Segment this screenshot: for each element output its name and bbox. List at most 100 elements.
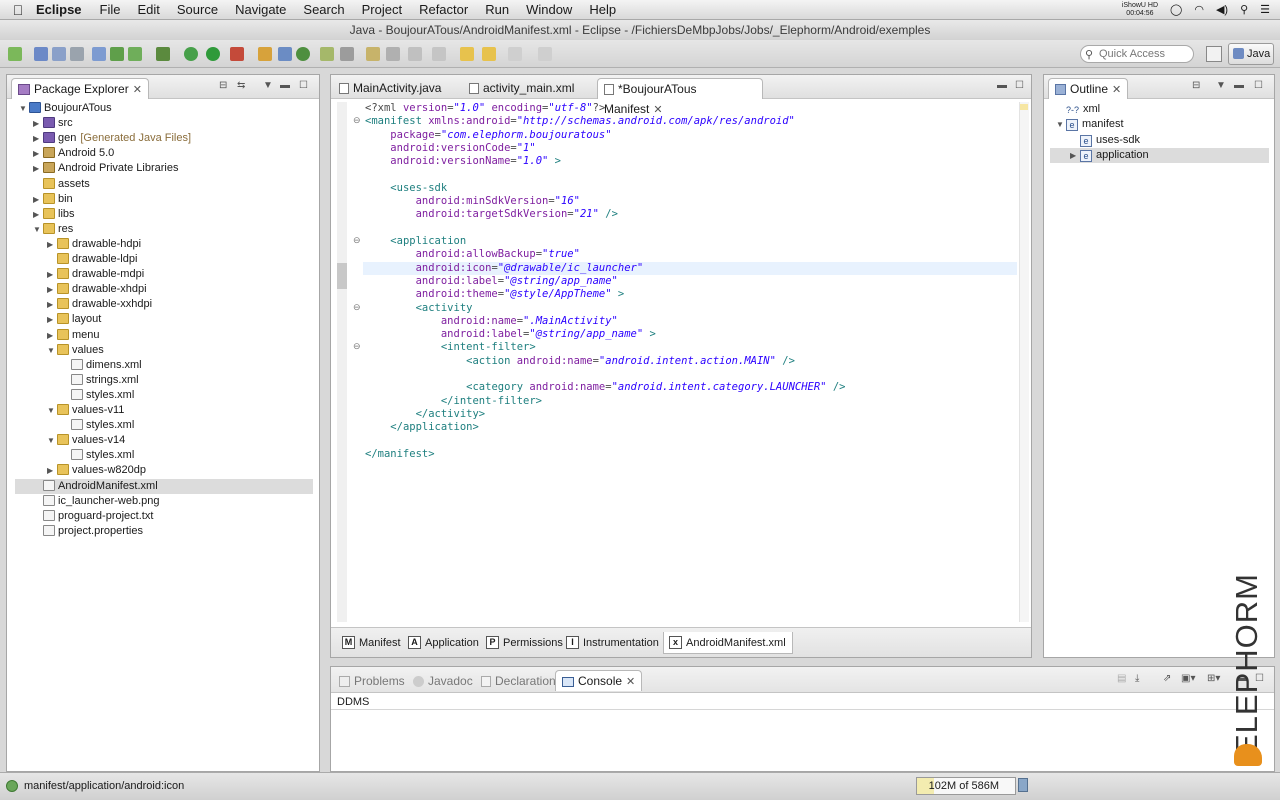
- sync-icon[interactable]: ◯: [1170, 3, 1182, 16]
- tree-item[interactable]: project.properties: [33, 524, 143, 539]
- open-perspective-icon[interactable]: [1206, 46, 1222, 62]
- collapsed-icon[interactable]: ▶: [47, 328, 57, 343]
- new-java-project-icon[interactable]: [258, 47, 272, 61]
- menu-help[interactable]: Help: [589, 2, 616, 17]
- apple-menu-icon[interactable]: : [0, 2, 36, 18]
- sdk-manager-icon[interactable]: [92, 47, 106, 61]
- debug-run-icon[interactable]: [184, 47, 198, 61]
- tree-item[interactable]: ▶ bin: [33, 192, 73, 207]
- code-line[interactable]: <?xml version="1.0" encoding="utf-8"?>: [365, 102, 605, 115]
- heap-status[interactable]: 102M of 586M: [916, 777, 1016, 795]
- view-menu-icon[interactable]: ▼: [1216, 80, 1226, 91]
- expanded-icon[interactable]: ▼: [47, 403, 57, 418]
- collapsed-icon[interactable]: ▶: [47, 297, 57, 312]
- tab-declaration[interactable]: Declaration: [475, 671, 562, 692]
- tree-item[interactable]: ▶ gen [Generated Java Files]: [33, 131, 191, 146]
- volume-icon[interactable]: ◀): [1216, 3, 1228, 16]
- outline-item[interactable]: ▼ e manifest: [1056, 117, 1124, 132]
- tab-activity-main-xml[interactable]: activity_main.xml: [463, 78, 595, 99]
- new-class-icon[interactable]: [296, 47, 310, 61]
- annotation-next-icon[interactable]: [366, 47, 380, 61]
- collapsed-icon[interactable]: ▶: [47, 282, 57, 297]
- annotation-prev-icon[interactable]: [386, 47, 400, 61]
- code-line[interactable]: android:label="@string/app_name": [365, 275, 618, 288]
- menu-window[interactable]: Window: [526, 2, 572, 17]
- app-menu[interactable]: Eclipse: [36, 2, 82, 17]
- page-tab-application[interactable]: A Application: [403, 632, 485, 654]
- tree-item[interactable]: ▶ drawable-xxhdpi: [47, 297, 152, 312]
- maximize-icon[interactable]: ☐: [299, 80, 308, 91]
- tree-item[interactable]: ▶ Android 5.0: [33, 146, 114, 161]
- tab-problems[interactable]: Problems: [333, 671, 411, 692]
- code-line[interactable]: <uses-sdk: [365, 182, 447, 195]
- link-with-editor-icon[interactable]: ⇆: [237, 80, 245, 91]
- code-line[interactable]: package="com.elephorm.boujouratous": [365, 129, 611, 142]
- fold-toggle-icon[interactable]: ⊖: [353, 235, 361, 246]
- tab-javadoc[interactable]: Javadoc: [407, 671, 479, 692]
- tree-item[interactable]: strings.xml: [61, 373, 139, 388]
- new-icon[interactable]: [8, 47, 22, 61]
- code-line[interactable]: <manifest xmlns:android="http://schemas.…: [365, 115, 795, 128]
- tree-item[interactable]: proguard-project.txt: [33, 509, 153, 524]
- collapsed-icon[interactable]: ▶: [33, 161, 43, 176]
- tree-item[interactable]: ▶ Android Private Libraries: [33, 161, 178, 176]
- code-line[interactable]: </manifest>: [365, 448, 435, 461]
- scroll-lock-icon[interactable]: ⤓: [1135, 673, 1139, 684]
- close-icon[interactable]: ✕: [133, 84, 142, 96]
- collapsed-icon[interactable]: ▶: [47, 463, 57, 478]
- page-tab-instrumentation[interactable]: I Instrumentation: [561, 632, 665, 654]
- tree-item[interactable]: dimens.xml: [61, 358, 142, 373]
- forward-history-icon[interactable]: [482, 47, 496, 61]
- tab-package-explorer[interactable]: Package Explorer ✕: [11, 78, 149, 99]
- collapse-all-icon[interactable]: ⊟: [219, 80, 227, 91]
- expanded-icon[interactable]: ▼: [33, 222, 43, 237]
- tree-item[interactable]: ic_launcher-web.png: [33, 494, 160, 509]
- toggle-icon[interactable]: [538, 47, 552, 61]
- fold-toggle-icon[interactable]: ⊖: [353, 115, 361, 126]
- code-line[interactable]: android:minSdkVersion="16": [365, 195, 580, 208]
- search-tool-icon[interactable]: [340, 47, 354, 61]
- tree-item[interactable]: ▼ values-v14: [47, 433, 125, 448]
- menu-run[interactable]: Run: [485, 2, 509, 17]
- code-line[interactable]: <intent-filter>: [365, 341, 536, 354]
- tree-item[interactable]: ▼ values-v11: [47, 403, 124, 418]
- print-icon[interactable]: [70, 47, 84, 61]
- tree-item[interactable]: assets: [33, 177, 90, 192]
- menu-edit[interactable]: Edit: [137, 2, 159, 17]
- collapsed-icon[interactable]: ▶: [33, 116, 43, 131]
- collapsed-icon[interactable]: ▶: [47, 237, 57, 252]
- tab-manifest-editor[interactable]: *BoujourATous Manifest ✕: [597, 78, 763, 116]
- tree-item[interactable]: styles.xml: [61, 388, 134, 403]
- tree-item[interactable]: AndroidManifest.xml: [15, 478, 313, 494]
- code-line[interactable]: </intent-filter>: [365, 395, 542, 408]
- tab-outline[interactable]: Outline ✕: [1048, 78, 1129, 99]
- vertical-ruler[interactable]: [337, 102, 347, 622]
- code-line[interactable]: android:targetSdkVersion="21" />: [365, 208, 618, 221]
- tree-item[interactable]: ▼ values: [47, 343, 104, 358]
- menu-project[interactable]: Project: [362, 2, 402, 17]
- tree-item[interactable]: styles.xml: [61, 448, 134, 463]
- tree-item[interactable]: ▼ res: [33, 222, 73, 237]
- view-menu-icon[interactable]: ▼: [263, 80, 273, 91]
- code-line[interactable]: android:versionCode="1": [365, 142, 535, 155]
- wifi-icon[interactable]: ◠: [1194, 3, 1204, 16]
- collapsed-icon[interactable]: ▶: [33, 146, 43, 161]
- new-package-icon[interactable]: [278, 47, 292, 61]
- tree-item[interactable]: styles.xml: [61, 418, 134, 433]
- run-icon[interactable]: [206, 47, 220, 61]
- tree-item[interactable]: drawable-ldpi: [47, 252, 137, 267]
- clear-console-icon[interactable]: ▤: [1117, 673, 1126, 684]
- code-line[interactable]: <category android:name="android.intent.c…: [365, 381, 845, 394]
- menu-search[interactable]: Search: [303, 2, 344, 17]
- maximize-icon[interactable]: ☐: [1254, 80, 1263, 91]
- code-line[interactable]: android:theme="@style/AppTheme" >: [365, 288, 625, 301]
- collapsed-icon[interactable]: ▶: [33, 131, 43, 146]
- code-line[interactable]: android:label="@string/app_name" >: [365, 328, 656, 341]
- lint-icon[interactable]: [128, 47, 142, 61]
- expanded-icon[interactable]: ▼: [47, 433, 57, 448]
- code-line[interactable]: android:icon="@drawable/ic_launcher": [365, 262, 644, 275]
- fast-view-icon[interactable]: [6, 780, 18, 792]
- expanded-icon[interactable]: ▼: [19, 101, 29, 116]
- code-line[interactable]: </activity>: [365, 408, 486, 421]
- last-edit-icon[interactable]: [408, 47, 422, 61]
